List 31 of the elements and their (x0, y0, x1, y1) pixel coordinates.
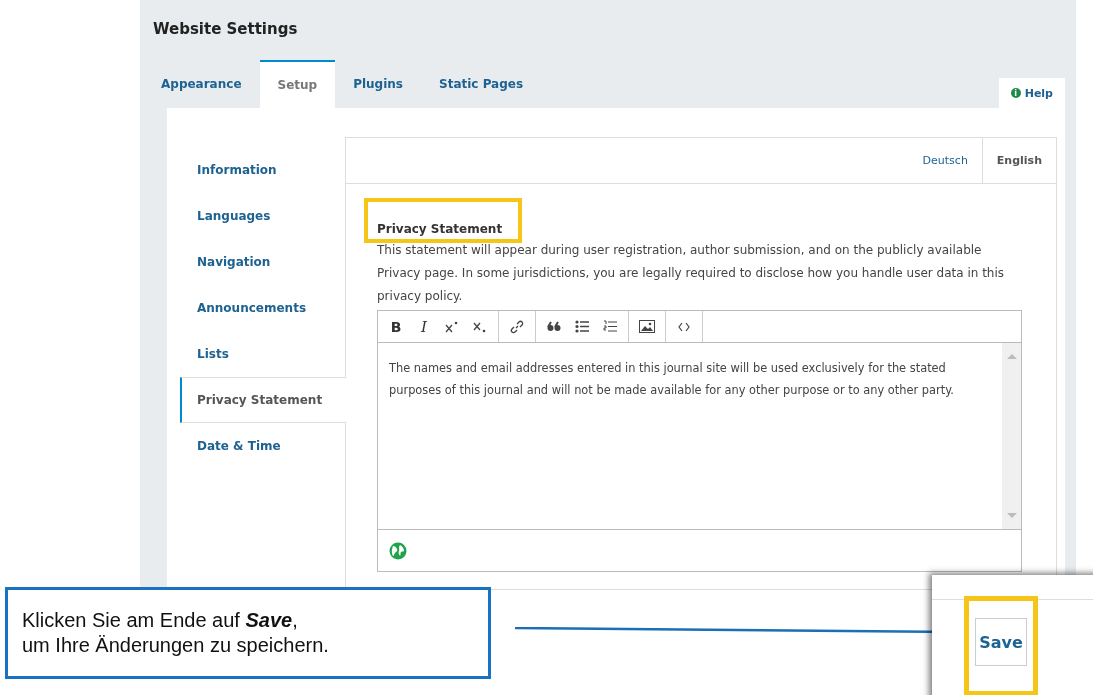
sidebar-item[interactable]: Navigation (180, 239, 345, 285)
page-title: Website Settings (152, 19, 299, 40)
bold-button[interactable]: B (382, 312, 410, 341)
link-icon (510, 319, 524, 334)
tab[interactable]: Plugins (335, 60, 421, 108)
info-icon: i (1010, 88, 1021, 98)
image-icon (639, 320, 655, 333)
subscript-icon (473, 320, 487, 333)
field-label: Privacy Statement (377, 222, 503, 236)
sidebar-item[interactable]: Lists (180, 331, 345, 377)
locale-tab[interactable]: English (981, 138, 1056, 183)
sidebar-item[interactable]: Announcements (180, 285, 345, 331)
sidebar-item[interactable]: Information (180, 147, 345, 193)
tab[interactable]: Appearance (143, 60, 260, 108)
help-button[interactable]: i Help (998, 78, 1065, 108)
field-description: This statement will appear during user registration, author submission, and on the publicly available Privacy page. In some jurisdictions, you are legally required to disclose how you handle user data in this privacy policy. (377, 242, 1006, 305)
tab[interactable]: Static Pages (421, 60, 542, 108)
sidebar-item[interactable]: Date & Time (180, 423, 345, 469)
code-icon (678, 321, 690, 332)
editor-text[interactable]: The names and email addresses entered in this journal site will be used exclusively for the stated purposes of this journal and will not be made available for any other purpose or to any other party. (378, 343, 1002, 529)
callout-text: Klicken Sie am Ende auf Save, um Ihre Änderungen zu speichern. (22, 608, 329, 658)
numbered-list-icon (603, 320, 617, 333)
tab[interactable]: Setup (259, 60, 336, 108)
superscript-icon (445, 320, 459, 333)
save-button[interactable]: Save (975, 618, 1027, 666)
sidebar-item[interactable]: Privacy Statement (180, 377, 346, 423)
locale-tab[interactable]: Deutsch (908, 138, 982, 183)
bulleted-list-icon (575, 320, 589, 333)
sidebar-item[interactable]: Languages (180, 193, 345, 239)
italic-button[interactable]: I (410, 312, 438, 341)
quote-icon (547, 320, 561, 333)
